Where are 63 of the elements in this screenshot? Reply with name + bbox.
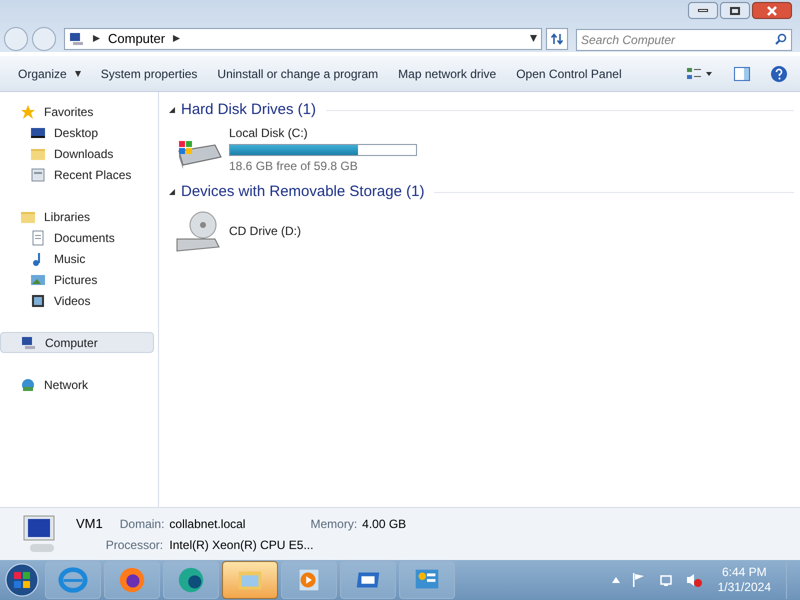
- sidebar-item[interactable]: Computer: [0, 332, 154, 353]
- field-label: Processor:: [106, 537, 164, 554]
- toolbar-button[interactable]: System properties: [90, 60, 208, 86]
- taskbar-app[interactable]: [399, 561, 455, 599]
- sidebar-item[interactable]: Music: [0, 248, 154, 269]
- drive-item[interactable]: CD Drive (D:): [169, 203, 794, 259]
- toolbar-button[interactable]: Open Control Panel: [506, 60, 632, 86]
- close-icon: [767, 6, 777, 16]
- close-button[interactable]: [752, 2, 792, 19]
- sidebar-item[interactable]: Desktop: [0, 122, 154, 143]
- sidebar-item[interactable]: Libraries: [0, 206, 154, 227]
- refresh-icon: [550, 32, 564, 46]
- sidebar-item[interactable]: Videos: [0, 290, 154, 311]
- recent-icon: [30, 166, 46, 182]
- field-value: Intel(R) Xeon(R) CPU E5...: [169, 537, 314, 554]
- toolbar-button[interactable]: Uninstall or change a program: [207, 60, 388, 86]
- restore-button[interactable]: [720, 2, 750, 19]
- taskbar-app[interactable]: [222, 561, 278, 599]
- sidebar-item[interactable]: Network: [0, 374, 154, 395]
- sidebar-item[interactable]: Recent Places: [0, 164, 154, 185]
- toolbar-button[interactable]: Organize: [8, 60, 91, 86]
- breadcrumb-arrow-icon: [93, 35, 100, 42]
- field-value: collabnet.local: [169, 516, 246, 532]
- dropdown-icon[interactable]: [530, 35, 537, 42]
- search-icon: [775, 32, 787, 44]
- show-hidden-icons[interactable]: [612, 577, 620, 583]
- minimize-button[interactable]: [688, 2, 718, 19]
- field-label: Memory:: [310, 516, 358, 532]
- field-label: Domain:: [120, 516, 164, 532]
- free-space-text: 18.6 GB free of 59.8 GB: [229, 158, 359, 174]
- address-bar[interactable]: Computer: [64, 28, 542, 50]
- view-options-icon[interactable]: [686, 66, 714, 82]
- computer-name: VM1: [76, 514, 103, 533]
- field-value: 4.00 GB: [362, 516, 406, 532]
- preview-pane-icon[interactable]: [734, 66, 750, 80]
- taskbar-app[interactable]: [340, 561, 396, 599]
- help-icon[interactable]: [770, 64, 788, 82]
- drive-name: CD Drive (D:): [229, 223, 301, 240]
- group-header[interactable]: Devices with Removable Storage (1): [181, 180, 424, 204]
- sidebar-item[interactable]: Downloads: [0, 143, 154, 164]
- breadcrumb[interactable]: Computer: [108, 28, 166, 48]
- breadcrumb-arrow-icon[interactable]: [173, 35, 180, 42]
- video-icon: [30, 292, 46, 308]
- caret-icon: [74, 70, 81, 76]
- collapse-icon[interactable]: [169, 189, 175, 195]
- doc-icon: [30, 230, 46, 246]
- group-header[interactable]: Hard Disk Drives (1): [181, 98, 316, 122]
- star-icon: [20, 104, 36, 120]
- computer-icon: [69, 30, 85, 46]
- taskbar-app[interactable]: [163, 561, 219, 599]
- toolbar-button[interactable]: Map network drive: [388, 60, 506, 86]
- network-icon: [20, 376, 36, 392]
- sidebar-item[interactable]: Documents: [0, 227, 154, 248]
- collapse-icon[interactable]: [169, 107, 175, 113]
- refresh-button[interactable]: [546, 28, 568, 50]
- taskbar-app[interactable]: [104, 561, 160, 599]
- muted-speaker-icon[interactable]: [684, 572, 703, 588]
- drive-name: Local Disk (C:): [229, 124, 309, 142]
- sidebar-item[interactable]: Pictures: [0, 269, 154, 290]
- search-field[interactable]: Search Computer: [576, 28, 792, 50]
- drive-item[interactable]: Local Disk (C:) 18.6 GB free of 59.8 GB: [169, 121, 794, 177]
- computer-icon: [21, 334, 37, 350]
- sidebar-item[interactable]: Favorites: [0, 101, 154, 122]
